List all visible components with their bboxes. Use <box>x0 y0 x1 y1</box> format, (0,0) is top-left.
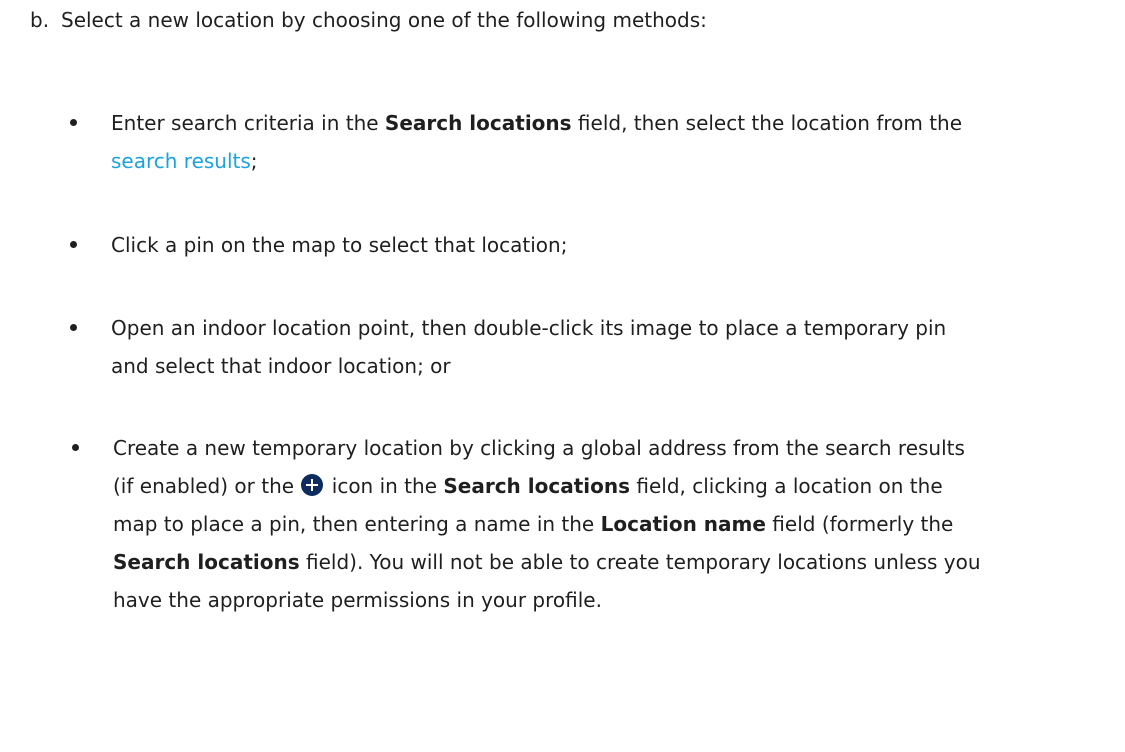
ui-term-search-locations: Search locations <box>113 550 300 574</box>
text-line: have the appropriate permissions in your… <box>113 581 1113 619</box>
text-run: Enter search criteria in the <box>111 111 385 135</box>
text-run: field, clicking a location on the <box>630 474 943 498</box>
plus-circle-icon <box>301 474 324 496</box>
text-run: field, then select the location from the <box>571 111 963 135</box>
bullet-text: Open an indoor location point, then doub… <box>111 309 1111 385</box>
text-run: icon in the <box>325 474 444 498</box>
bullet-dot <box>70 241 77 248</box>
text-run: have the appropriate permissions in your… <box>113 588 602 612</box>
text-line: Create a new temporary location by click… <box>113 429 1113 467</box>
text-run: ; <box>250 149 258 173</box>
search-results-link[interactable]: search results <box>111 149 251 173</box>
bullet-dot <box>70 119 77 126</box>
bullet-text: Click a pin on the map to select that lo… <box>111 226 1111 264</box>
text-run: field). You will not be able to create t… <box>299 550 981 574</box>
step-marker: b. <box>30 8 50 32</box>
text-line: search results; <box>111 142 1111 180</box>
document-page: b. Select a new location by choosing one… <box>0 0 1125 752</box>
ui-term-search-locations: Search locations <box>443 474 630 498</box>
text-run: (if enabled) or the <box>113 474 301 498</box>
text-line: Search locations field). You will not be… <box>113 543 1113 581</box>
text-line: and select that indoor location; or <box>111 347 1111 385</box>
step-text: Select a new location by choosing one of… <box>61 8 707 32</box>
text-run: Create a new temporary location by click… <box>113 436 965 460</box>
text-line: Enter search criteria in the Search loca… <box>111 104 1111 142</box>
text-line: map to place a pin, then entering a name… <box>113 505 1113 543</box>
text-run: field (formerly the <box>765 512 954 536</box>
ui-term-search-locations: Search locations <box>384 111 572 135</box>
text-run: Open an indoor location point, then doub… <box>111 316 947 340</box>
text-line: (if enabled) or the icon in the Search l… <box>113 467 1113 505</box>
text-line: Click a pin on the map to select that lo… <box>111 226 1111 264</box>
bullet-text: Enter search criteria in the Search loca… <box>111 104 1111 180</box>
text-run: and select that indoor location; or <box>111 354 451 378</box>
text-run: Click a pin on the map to select that lo… <box>111 233 568 257</box>
text-line: Open an indoor location point, then doub… <box>111 309 1111 347</box>
bullet-text: Create a new temporary location by click… <box>113 429 1113 619</box>
ui-term-location-name: Location name <box>600 512 766 536</box>
bullet-dot <box>70 324 77 331</box>
text-run: map to place a pin, then entering a name… <box>113 512 601 536</box>
bullet-dot <box>72 444 79 451</box>
